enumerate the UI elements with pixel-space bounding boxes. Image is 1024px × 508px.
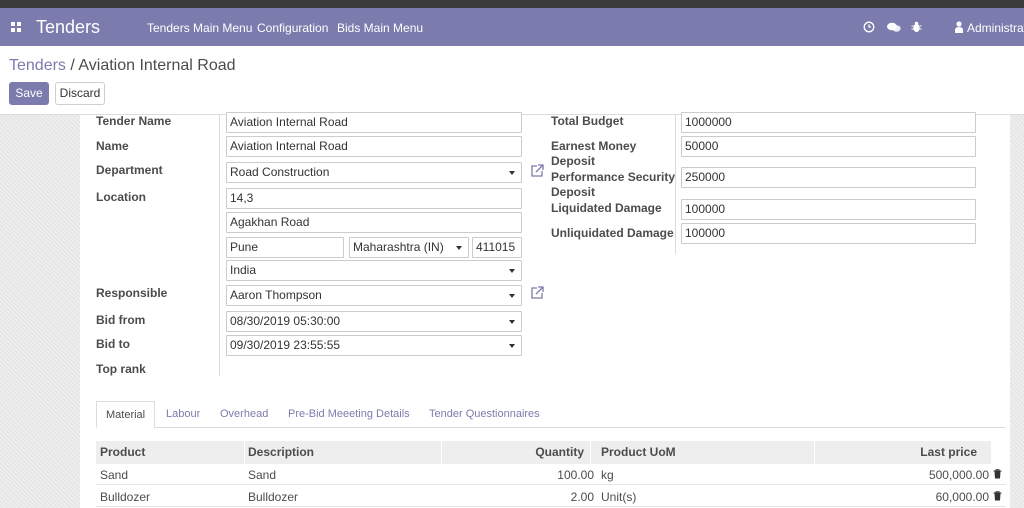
responsible-select[interactable]: Aaron Thompson	[226, 285, 522, 306]
browser-strip	[0, 0, 1024, 8]
col-product-header[interactable]: Product	[100, 445, 145, 459]
col-uom-header[interactable]: Product UoM	[601, 445, 676, 459]
top-rank-label: Top rank	[96, 362, 146, 376]
dropdown-caret-icon[interactable]	[509, 320, 515, 324]
cell-quantity: 100.00	[557, 468, 594, 482]
location-label: Location	[96, 190, 146, 204]
cell-last-price: 500,000.00	[928, 468, 989, 482]
material-table-header: Product Description Quantity Product UoM…	[96, 441, 991, 464]
cell-product: Sand	[100, 468, 129, 482]
country-value: India	[230, 263, 257, 277]
bid-from-label: Bid from	[96, 313, 146, 327]
bid-from-value: 08/30/2019 05:30:00	[230, 314, 341, 328]
external-link-icon[interactable]	[530, 286, 544, 300]
table-row[interactable]: Bulldozer Bulldozer 2.00 Unit(s) 60,000.…	[96, 486, 1006, 507]
menu-tenders-main[interactable]: Tenders Main Menu	[147, 21, 252, 35]
state-value: Maharashtra (IN)	[353, 240, 444, 254]
app-brand[interactable]: Tenders	[36, 17, 100, 38]
tab-overhead[interactable]: Overhead	[220, 401, 268, 428]
user-icon	[955, 21, 963, 33]
save-button[interactable]: Save	[9, 82, 49, 105]
dropdown-caret-icon[interactable]	[509, 269, 515, 273]
cell-description: Sand	[248, 468, 277, 482]
unliquidated-damage-label: Unliquidated Damage	[551, 226, 674, 240]
menu-configuration[interactable]: Configuration	[257, 21, 328, 35]
user-menu[interactable]: Administrat	[967, 21, 1024, 35]
tender-name-label: Tender Name	[96, 114, 172, 128]
state-select[interactable]: Maharashtra (IN)	[349, 237, 469, 258]
cell-quantity: 2.00	[570, 490, 594, 504]
city-input[interactable]: Pune	[226, 237, 344, 258]
breadcrumb-current: Aviation Internal Road	[78, 57, 236, 74]
responsible-value: Aaron Thompson	[230, 288, 322, 302]
cell-description: Bulldozer	[248, 490, 299, 504]
sheet-background-right	[1010, 114, 1024, 508]
country-select[interactable]: India	[226, 260, 522, 281]
clock-icon[interactable]	[863, 21, 875, 33]
table-row[interactable]: Sand Sand 100.00 kg 500,000.00	[96, 464, 1006, 485]
earnest-money-label: Earnest Money	[551, 139, 637, 153]
dropdown-caret-icon[interactable]	[456, 246, 462, 250]
col-last-price-header[interactable]: Last price	[814, 445, 977, 459]
tab-material[interactable]: Material	[96, 401, 156, 428]
sheet-background-left	[0, 114, 80, 508]
department-value: Road Construction	[230, 165, 330, 179]
bid-from-datetime[interactable]: 08/30/2019 05:30:00	[226, 311, 522, 332]
liquidated-damage-input[interactable]: 100000	[681, 199, 976, 220]
dropdown-caret-icon[interactable]	[509, 171, 515, 175]
street-input[interactable]: 14,3	[226, 188, 522, 209]
cell-last-price: 60,000.00	[935, 490, 989, 504]
zip-input[interactable]: 411015	[472, 237, 522, 258]
breadcrumb-separator: /	[65, 57, 79, 74]
col-description-header[interactable]: Description	[248, 445, 314, 459]
trash-icon[interactable]	[993, 469, 1002, 479]
liquidated-damage-label: Liquidated Damage	[551, 201, 662, 215]
column-divider	[244, 441, 245, 464]
performance-security-label: Performance Security	[551, 170, 676, 184]
performance-security-input[interactable]: 250000	[681, 167, 976, 188]
apps-grid-icon[interactable]	[11, 22, 21, 32]
street2-input[interactable]: Agakhan Road	[226, 212, 522, 233]
responsible-label: Responsible	[96, 286, 168, 300]
cell-uom: kg	[601, 468, 614, 482]
label-separator-right	[675, 114, 676, 254]
name-input[interactable]: Aviation Internal Road	[226, 136, 522, 157]
main-navbar: Tenders Tenders Main Menu Configuration …	[0, 8, 1024, 46]
tab-tender-questionnaires[interactable]: Tender Questionnaires	[429, 401, 540, 428]
notebook-tabs: Material Labour Overhead Pre-Bid Meeetin…	[96, 401, 1006, 428]
bid-to-datetime[interactable]: 09/30/2019 23:55:55	[226, 335, 522, 356]
breadcrumb-parent[interactable]: Tenders	[9, 57, 66, 74]
trash-icon[interactable]	[993, 491, 1002, 501]
earnest-money-input[interactable]: 50000	[681, 136, 976, 157]
bid-to-value: 09/30/2019 23:55:55	[230, 338, 341, 352]
department-label: Department	[96, 163, 163, 177]
breadcrumb: Tenders / Aviation Internal Road	[9, 57, 236, 75]
external-link-icon[interactable]	[530, 164, 544, 178]
bug-icon[interactable]	[911, 21, 922, 33]
performance-security-label-line2: Deposit	[551, 185, 596, 199]
cell-uom: Unit(s)	[601, 490, 637, 504]
dropdown-caret-icon[interactable]	[509, 294, 515, 298]
earnest-money-label-line2: Deposit	[551, 154, 596, 168]
tender-name-input[interactable]: Aviation Internal Road	[226, 112, 522, 133]
unliquidated-damage-input[interactable]: 100000	[681, 223, 976, 244]
total-budget-input[interactable]: 1000000	[681, 112, 976, 133]
chat-icon[interactable]	[887, 22, 901, 33]
col-quantity-header[interactable]: Quantity	[441, 445, 584, 459]
discard-button[interactable]: Discard	[55, 82, 105, 105]
tab-pre-bid-meeting[interactable]: Pre-Bid Meeeting Details	[288, 401, 410, 428]
column-divider	[590, 441, 591, 464]
menu-bids-main[interactable]: Bids Main Menu	[337, 21, 423, 35]
total-budget-label: Total Budget	[551, 114, 624, 128]
cell-product: Bulldozer	[100, 490, 151, 504]
dropdown-caret-icon[interactable]	[509, 344, 515, 348]
label-separator	[219, 114, 220, 376]
name-label: Name	[96, 139, 129, 153]
tab-labour[interactable]: Labour	[166, 401, 200, 428]
bid-to-label: Bid to	[96, 337, 130, 351]
department-select[interactable]: Road Construction	[226, 162, 522, 183]
